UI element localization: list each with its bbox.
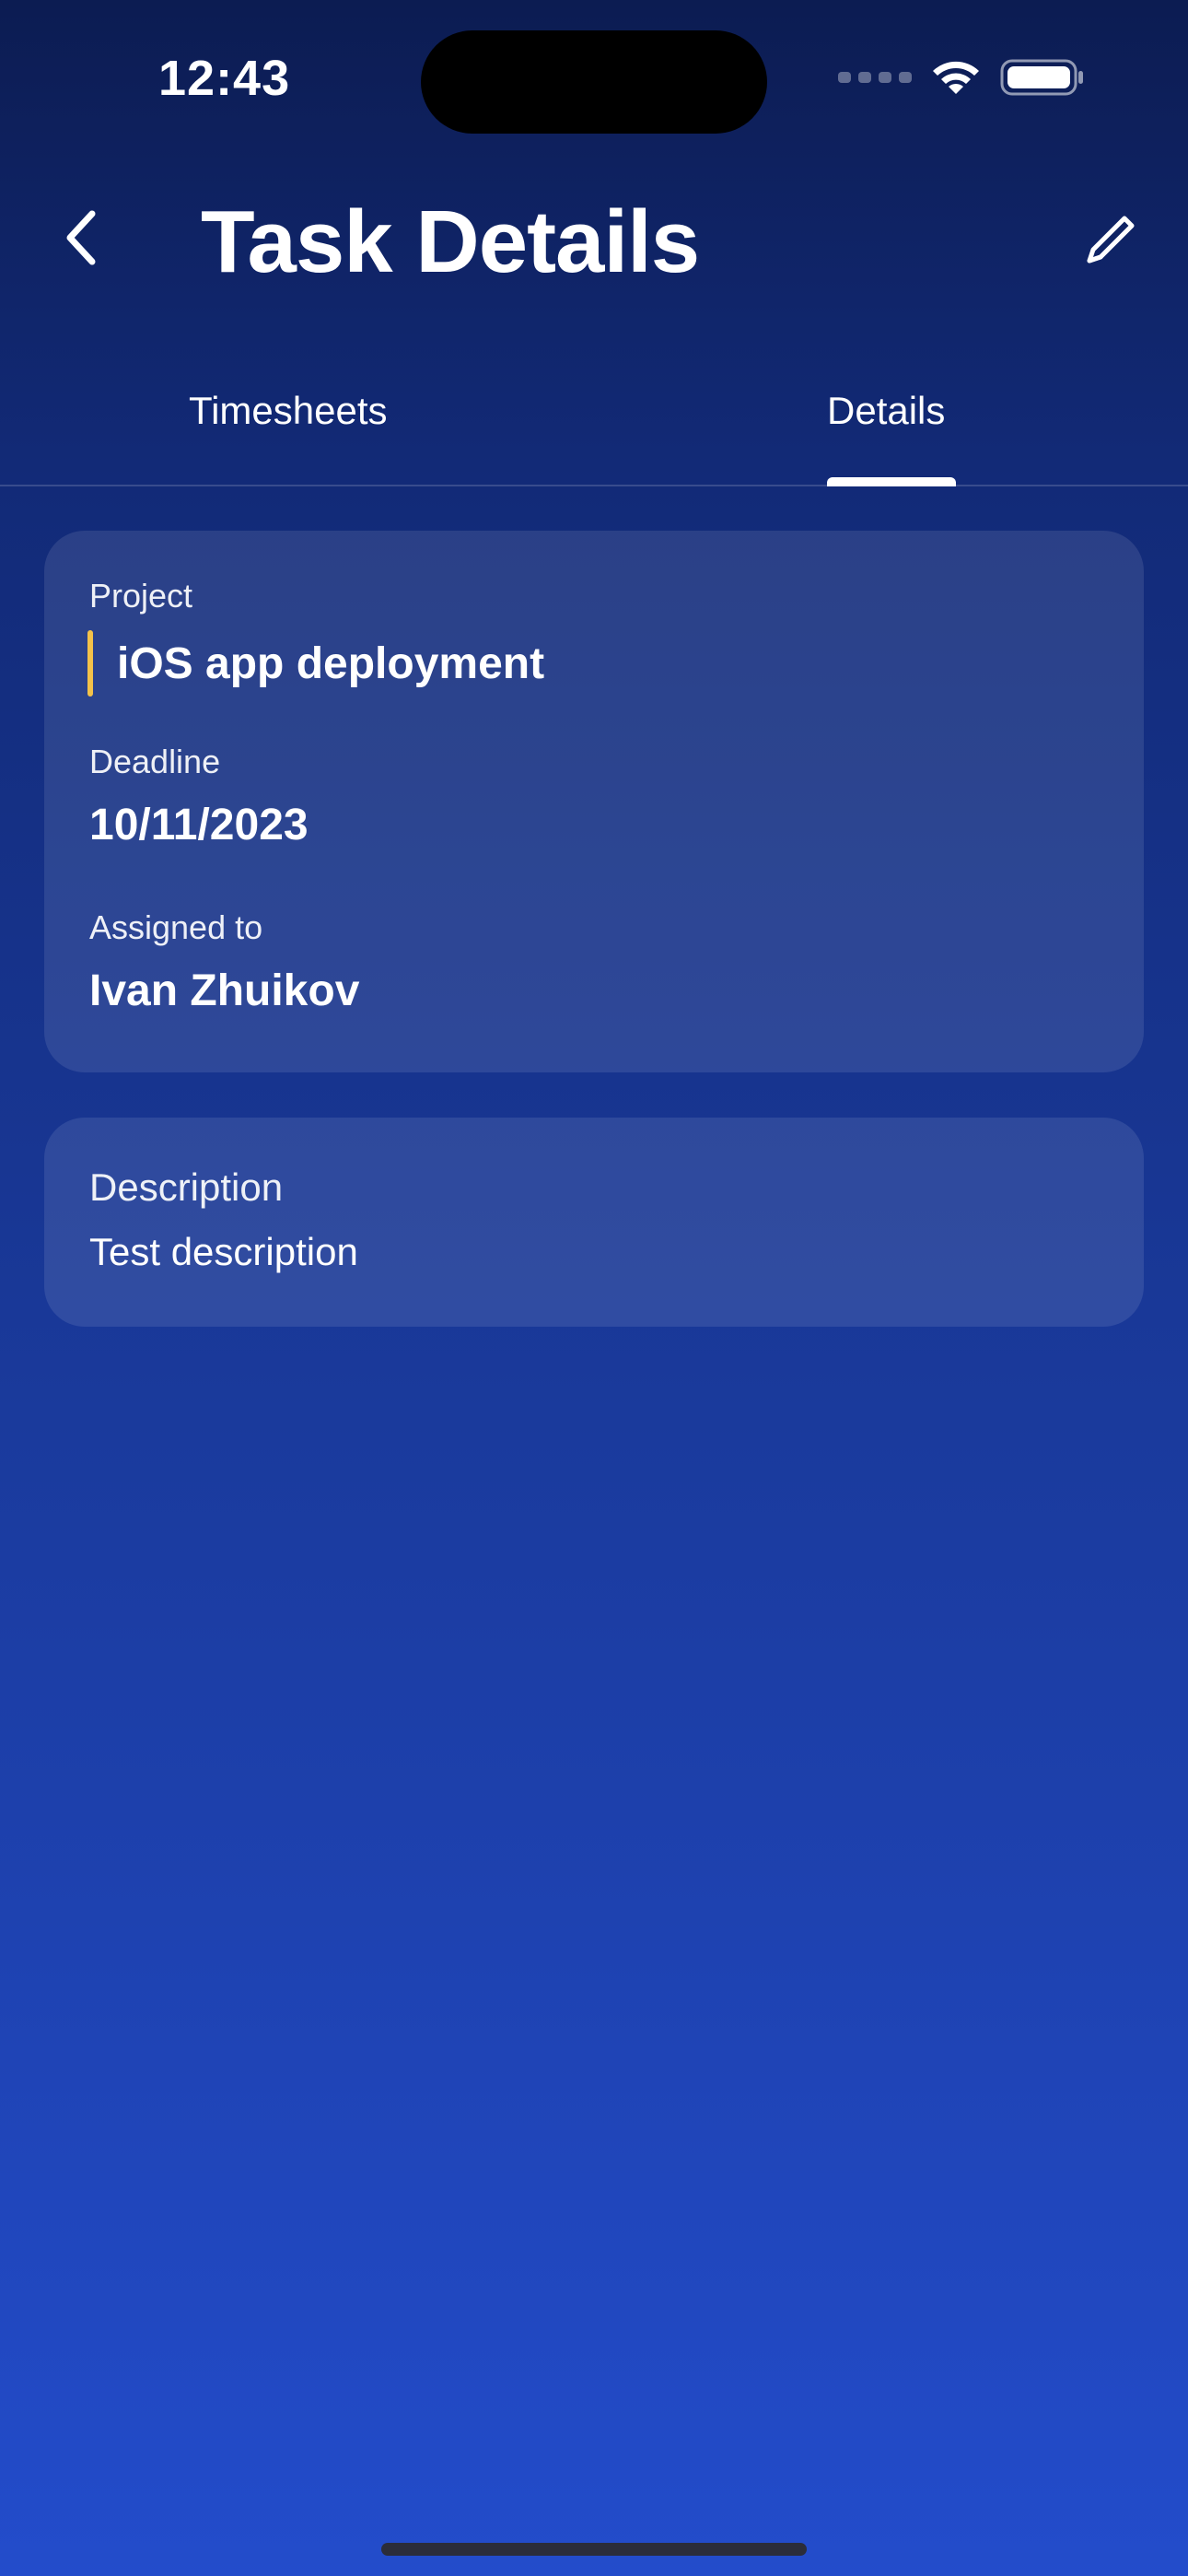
description-label: Description	[89, 1165, 284, 1209]
status-bar: 12:43	[0, 0, 1188, 157]
home-indicator[interactable]	[381, 2543, 807, 2556]
pencil-icon	[1080, 211, 1139, 275]
status-icons	[838, 57, 1085, 98]
deadline-label: Deadline	[89, 743, 221, 780]
wifi-icon	[928, 57, 984, 98]
assigned-value: Ivan Zhuikov	[89, 966, 360, 1015]
project-label: Project	[89, 577, 193, 615]
battery-icon	[1000, 57, 1085, 98]
status-time: 12:43	[158, 51, 291, 106]
chevron-left-icon	[61, 208, 101, 272]
tab-details[interactable]: Details	[827, 389, 945, 433]
tab-bar: Timesheets Details	[0, 369, 1188, 486]
dynamic-island	[421, 30, 767, 134]
description-value: Test description	[89, 1230, 358, 1273]
signal-icon	[838, 72, 912, 83]
deadline-value: 10/11/2023	[89, 801, 309, 849]
edit-button[interactable]	[1068, 201, 1151, 284]
back-button[interactable]	[44, 203, 118, 276]
description-card: Description Test description	[44, 1118, 1144, 1327]
task-info-card: Project iOS app deployment Deadline 10/1…	[44, 531, 1144, 1072]
active-tab-indicator	[827, 477, 956, 486]
tab-timesheets[interactable]: Timesheets	[189, 389, 388, 433]
project-value: iOS app deployment	[117, 638, 545, 688]
header: Task Details	[0, 175, 1188, 304]
page-title: Task Details	[201, 193, 700, 291]
project-color-bar	[87, 630, 93, 697]
project-row: iOS app deployment	[87, 630, 544, 697]
assigned-label: Assigned to	[89, 908, 263, 946]
